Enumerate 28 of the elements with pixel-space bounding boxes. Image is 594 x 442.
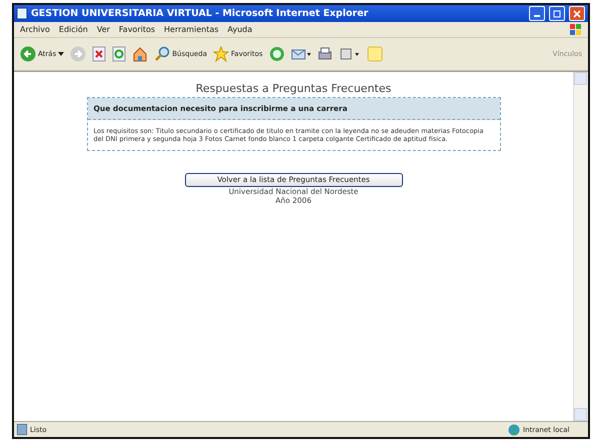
edit-button[interactable] <box>338 46 361 62</box>
minimize-icon <box>534 15 540 17</box>
windows-logo-icon <box>570 24 582 36</box>
refresh-button[interactable] <box>112 46 126 62</box>
menu-item[interactable]: Favoritos <box>118 25 156 34</box>
minimize-button[interactable] <box>529 6 545 21</box>
scroll-bar[interactable] <box>573 72 588 421</box>
maximize-button[interactable] <box>549 6 565 21</box>
window-title: GESTION UNIVERSITARIA VIRTUAL - Microsoft Internet Explorer <box>31 8 370 19</box>
close-button[interactable] <box>569 6 585 21</box>
maximize-icon <box>553 10 561 18</box>
print-button[interactable] <box>316 46 333 62</box>
star-icon <box>213 46 230 62</box>
globe-icon <box>508 424 520 436</box>
home-button[interactable] <box>132 46 148 62</box>
close-icon <box>573 10 581 18</box>
history-button[interactable] <box>268 46 285 62</box>
magnifier-icon <box>154 46 170 62</box>
menu-item[interactable]: Ver <box>96 25 110 34</box>
page-icon <box>17 8 27 19</box>
menu-item[interactable]: Herramientas <box>164 25 219 34</box>
menu-item[interactable]: Archivo <box>20 25 50 34</box>
stop-button[interactable] <box>92 46 106 62</box>
caret-icon <box>58 52 64 56</box>
page-heading: Respuestas a Preguntas Frecuentes <box>196 82 392 95</box>
menu-item[interactable]: Ayuda <box>228 25 252 34</box>
page-icon <box>17 424 27 435</box>
menu-item[interactable]: Edición <box>58 25 88 34</box>
